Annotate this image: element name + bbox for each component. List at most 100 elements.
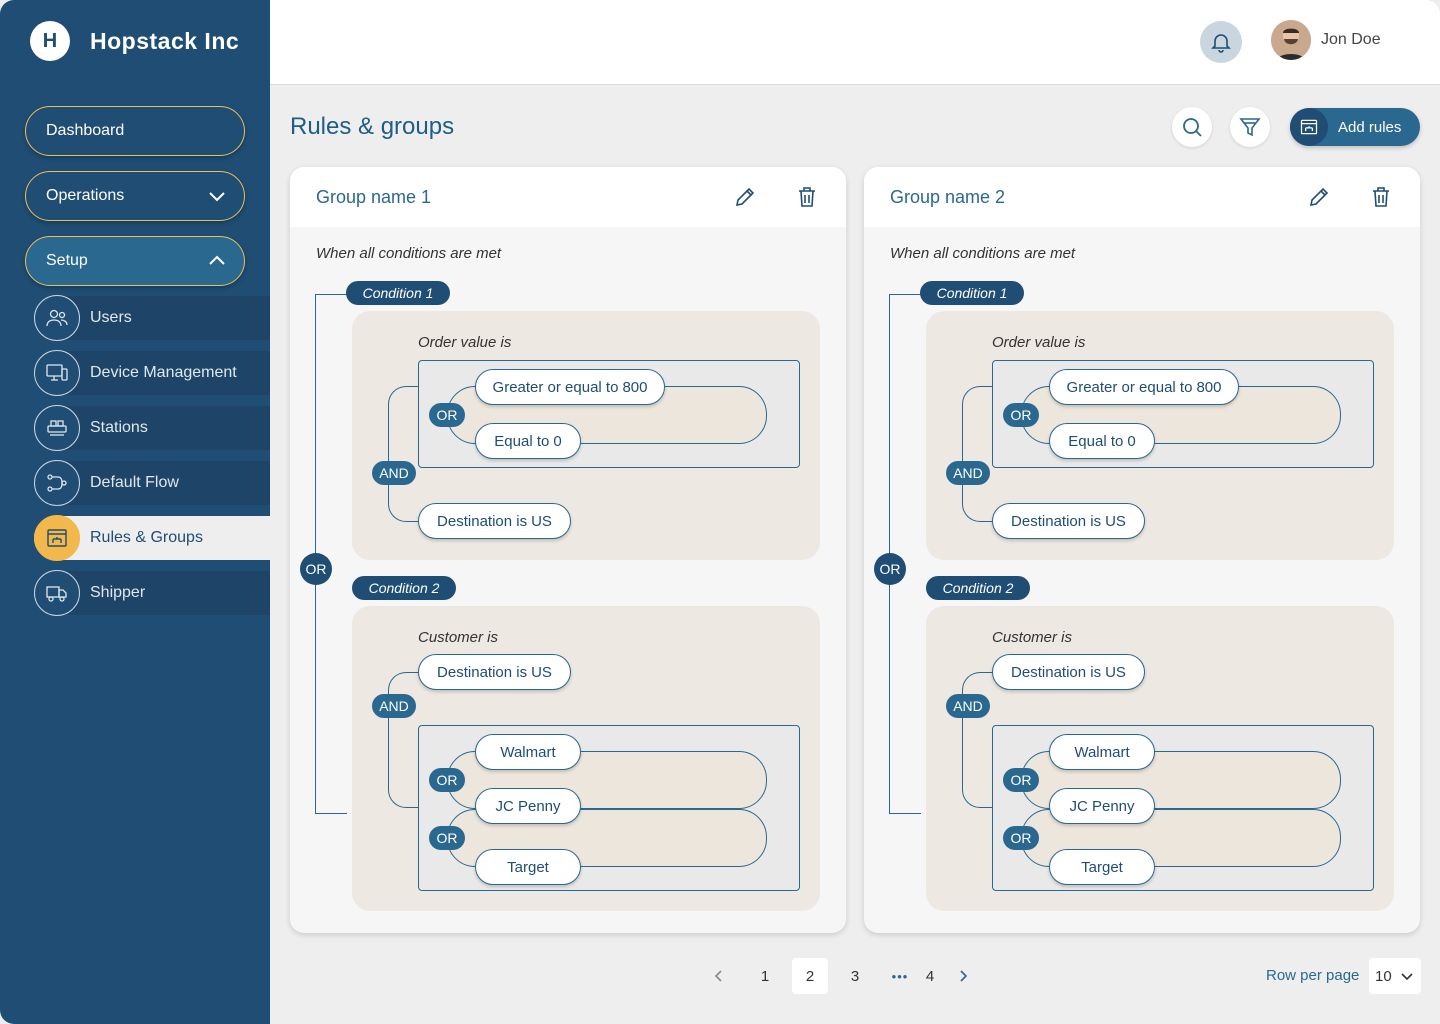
users-icon — [34, 295, 80, 341]
page-button-3[interactable]: 3 — [837, 958, 873, 994]
nav-setup[interactable]: Setup — [25, 236, 245, 286]
sidebar-item-label: Stations — [90, 419, 148, 436]
nav-operations[interactable]: Operations — [25, 171, 245, 221]
and-operator: AND — [946, 694, 990, 718]
devices-icon — [34, 350, 80, 396]
condition-2-tag: Condition 2 — [926, 576, 1030, 600]
condition-2-tag: Condition 2 — [352, 576, 456, 600]
sidebar-item-label: Device Management — [90, 364, 237, 381]
customer-chip[interactable]: Target — [1049, 849, 1155, 885]
sidebar-item-label: Shipper — [90, 584, 146, 601]
avatar[interactable] — [1271, 20, 1311, 60]
rules-icon — [1290, 108, 1328, 146]
notification-button[interactable] — [1200, 21, 1242, 63]
and-operator: AND — [372, 461, 416, 485]
page-title: Rules & groups — [290, 113, 455, 140]
brand[interactable]: H Hopstack Inc — [30, 21, 239, 61]
customer-chip[interactable]: Target — [475, 849, 581, 885]
sidebar-item-default-flow[interactable]: Default Flow — [34, 460, 270, 506]
next-page-button[interactable] — [945, 958, 981, 994]
or-operator: OR — [1003, 826, 1039, 850]
search-button[interactable] — [1172, 107, 1212, 147]
rule-chip[interactable]: Equal to 0 — [475, 423, 581, 459]
add-rules-button[interactable]: Add rules — [1290, 108, 1420, 146]
sidebar-item-stations[interactable]: Stations — [34, 405, 270, 451]
chevron-up-icon — [209, 255, 225, 265]
condition-heading: Order value is — [418, 334, 512, 351]
and-operator: AND — [372, 694, 416, 718]
sidebar-item-label: Users — [90, 309, 132, 326]
page-button-1[interactable]: 1 — [747, 958, 783, 994]
condition-2-box: Customer is Destination is US AND OR OR … — [926, 606, 1394, 911]
rules-icon — [34, 515, 80, 561]
chevron-left-icon — [714, 970, 722, 982]
or-group-box: OR Greater or equal to 800 Equal to 0 — [992, 360, 1374, 468]
delete-icon[interactable] — [795, 185, 819, 209]
customer-chip[interactable]: JC Penny — [475, 788, 581, 824]
sidebar-item-device-management[interactable]: Device Management — [34, 350, 270, 396]
page-button-4[interactable]: 4 — [912, 958, 948, 994]
flow-icon — [34, 460, 80, 506]
rule-chip[interactable]: Destination is US — [418, 654, 571, 690]
rule-chip[interactable]: Greater or equal to 800 — [1049, 369, 1239, 405]
or-operator: OR — [429, 403, 465, 427]
chevron-down-icon — [209, 192, 225, 202]
add-rules-label: Add rules — [1338, 118, 1402, 136]
sidebar-item-users[interactable]: Users — [34, 295, 270, 341]
condition-heading: Order value is — [992, 334, 1086, 351]
rule-chip[interactable]: Destination is US — [992, 654, 1145, 690]
nav-setup-label: Setup — [46, 252, 88, 269]
brand-logo: H — [30, 21, 70, 61]
edit-icon[interactable] — [733, 185, 757, 209]
or-operator: OR — [429, 826, 465, 850]
delete-icon[interactable] — [1369, 185, 1393, 209]
condition-1-box: Order value is OR Greater or equal to 80… — [352, 311, 820, 560]
customer-chip[interactable]: Walmart — [475, 734, 581, 770]
nav-operations-label: Operations — [46, 187, 125, 204]
sidebar-item-shipper[interactable]: Shipper — [34, 570, 270, 616]
condition-1-tag: Condition 1 — [920, 281, 1024, 305]
filter-icon — [1239, 118, 1261, 137]
sidebar-item-rules-groups[interactable]: Rules & Groups — [34, 515, 270, 561]
rows-per-page-select[interactable]: 10 — [1369, 958, 1421, 994]
customer-chip[interactable]: Walmart — [1049, 734, 1155, 770]
condition-heading: Customer is — [418, 629, 499, 646]
or-group-box: OR OR Walmart JC Penny Target — [418, 725, 800, 891]
bell-icon — [1211, 34, 1231, 53]
group-subtitle: When all conditions are met — [890, 245, 1076, 262]
rule-chip[interactable]: Destination is US — [418, 503, 571, 539]
sidebar-item-label: Default Flow — [90, 474, 179, 491]
filter-button[interactable] — [1230, 107, 1270, 147]
or-operator: OR — [1003, 768, 1039, 792]
rows-per-page-value: 10 — [1375, 967, 1392, 985]
edit-icon[interactable] — [1307, 185, 1331, 209]
customer-chip[interactable]: JC Penny — [1049, 788, 1155, 824]
group-name: Group name 2 — [890, 187, 1006, 207]
group-or-operator: OR — [300, 553, 332, 585]
group-card: Group name 1 When all conditions are met… — [290, 167, 846, 933]
condition-heading: Customer is — [992, 629, 1073, 646]
rule-chip[interactable]: Equal to 0 — [1049, 423, 1155, 459]
prev-page-button[interactable] — [701, 958, 737, 994]
rows-per-page-label: Row per page — [1266, 967, 1360, 984]
page-button-2[interactable]: 2 — [792, 958, 828, 994]
or-operator: OR — [429, 768, 465, 792]
group-or-operator: OR — [874, 553, 906, 585]
or-operator: OR — [1003, 403, 1039, 427]
and-connector — [388, 672, 420, 808]
search-icon — [1183, 118, 1202, 137]
group-subtitle: When all conditions are met — [316, 245, 502, 262]
and-connector — [962, 386, 994, 522]
user-name[interactable]: Jon Doe — [1321, 31, 1381, 49]
shipper-icon — [34, 570, 80, 616]
sidebar: H Hopstack Inc Dashboard Operations Setu… — [0, 0, 270, 1024]
nav-dashboard[interactable]: Dashboard — [25, 106, 245, 156]
chevron-down-icon — [1401, 973, 1413, 981]
stations-icon — [34, 405, 80, 451]
condition-1-box: Order value is OR Greater or equal to 80… — [926, 311, 1394, 560]
rule-chip[interactable]: Greater or equal to 800 — [475, 369, 665, 405]
group-name: Group name 1 — [316, 187, 432, 207]
rule-chip[interactable]: Destination is US — [992, 503, 1145, 539]
and-operator: AND — [946, 461, 990, 485]
sidebar-item-label: Rules & Groups — [90, 529, 203, 546]
